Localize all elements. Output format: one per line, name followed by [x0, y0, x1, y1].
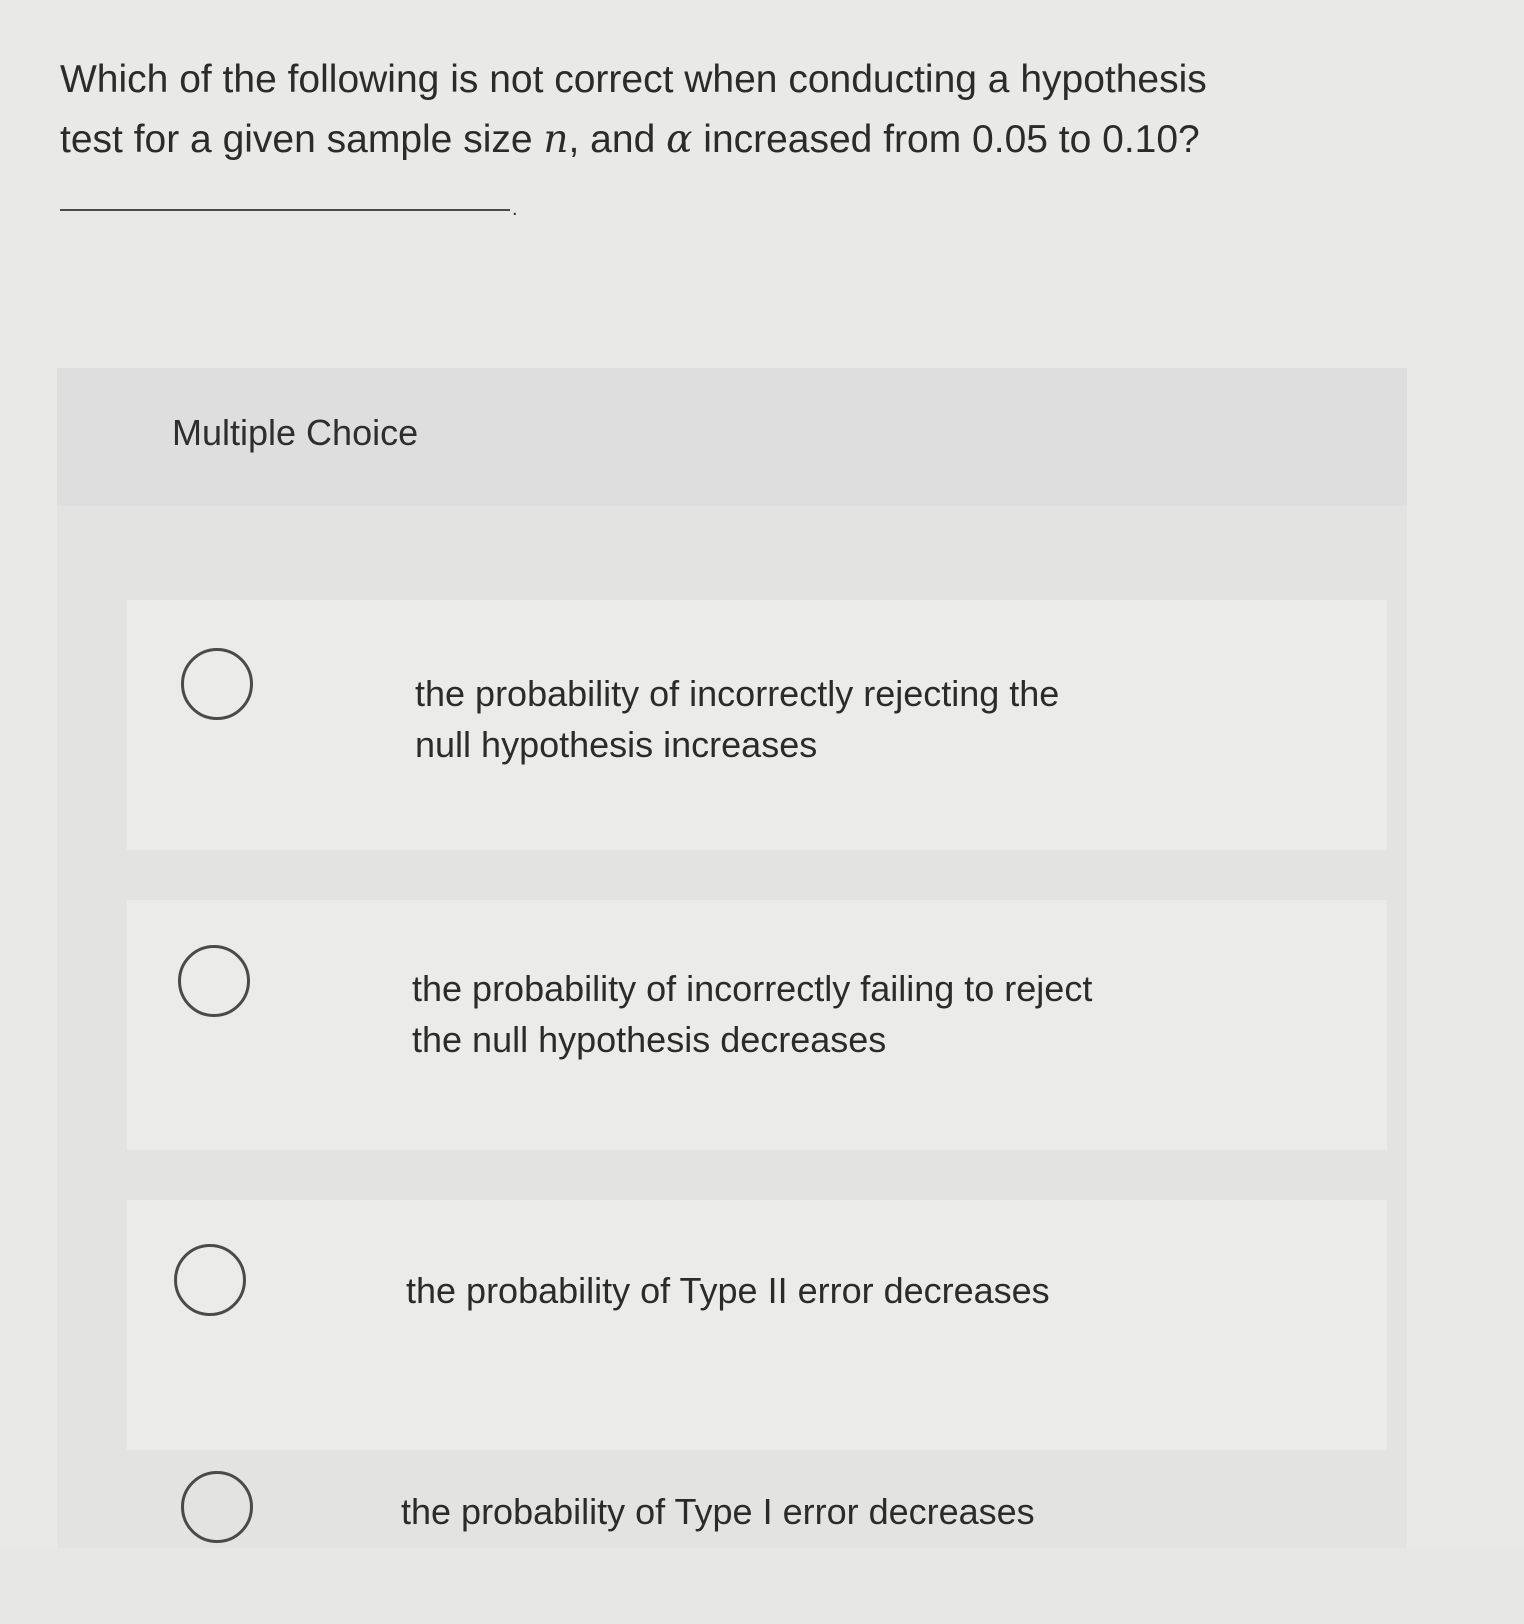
answer-blank	[60, 209, 510, 211]
question-line-1: Which of the following is not correct wh…	[60, 58, 1207, 101]
answer-blank-period: .	[512, 198, 518, 220]
question-text: Which of the following is not correct wh…	[60, 50, 1480, 170]
question-line-2-prefix: test for a given sample size	[60, 118, 544, 161]
radio-button-4[interactable]	[181, 1471, 253, 1543]
options-layer: the probability of incorrectly rejecting…	[57, 368, 1407, 1548]
variable-n: n	[543, 117, 569, 162]
question-line-2: test for a given sample size n, and α in…	[60, 110, 1480, 170]
variable-alpha: α	[666, 117, 693, 162]
choice-option-4-line-1: the probability of Type I error decrease…	[401, 1491, 1035, 1532]
question-line-2-suffix: increased from 0.05 to 0.10?	[692, 118, 1200, 161]
choice-option-4[interactable]: the probability of Type I error decrease…	[57, 368, 1407, 1548]
choice-option-4-label: the probability of Type I error decrease…	[401, 1486, 1301, 1537]
question-line-2-mid: , and	[568, 118, 667, 161]
bottom-edge	[0, 1548, 1524, 1624]
